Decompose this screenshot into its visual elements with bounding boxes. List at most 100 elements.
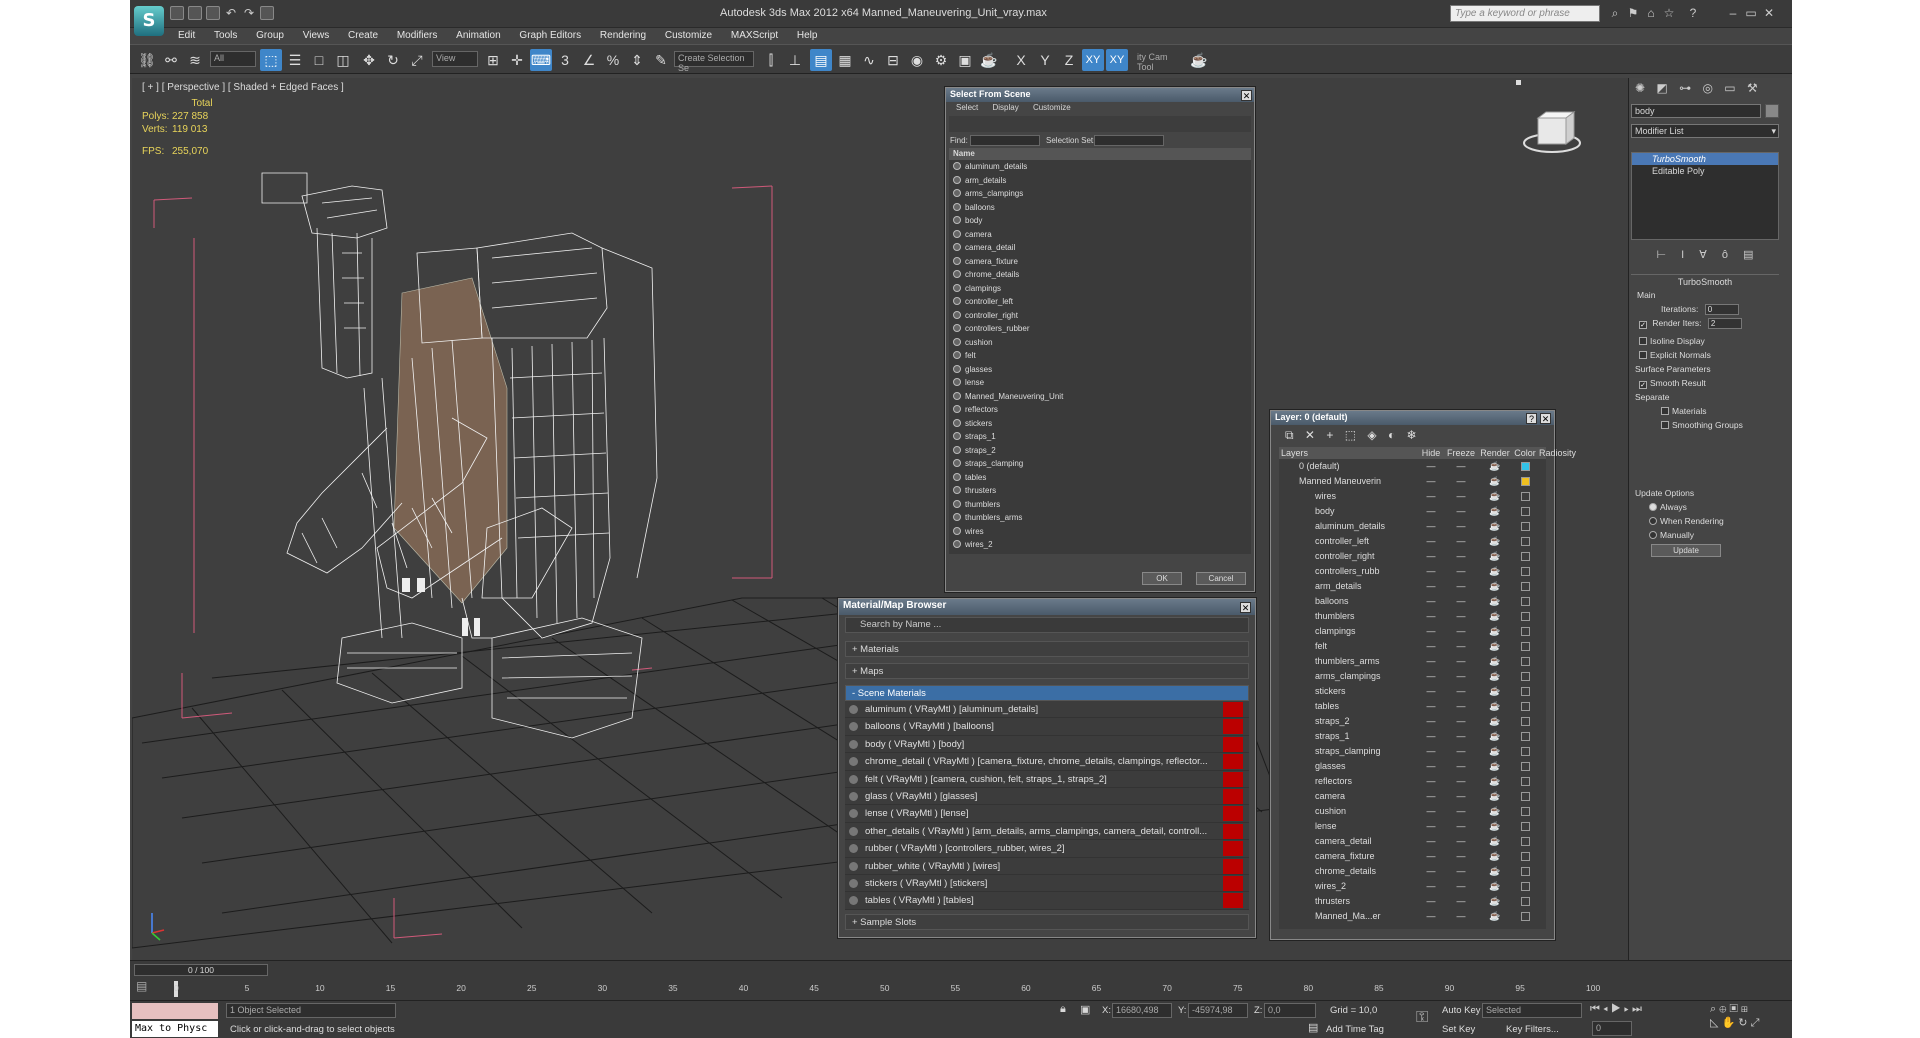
- hide-toggle[interactable]: —: [1419, 819, 1443, 834]
- layer-object-row[interactable]: camera_fixture——☕●: [1279, 849, 1546, 864]
- render-toggle-icon[interactable]: ☕: [1479, 804, 1511, 819]
- menu-modifiers[interactable]: Modifiers: [389, 28, 446, 44]
- coord-z-field[interactable]: 0,0: [1264, 1003, 1316, 1018]
- hide-toggle[interactable]: —: [1419, 459, 1443, 474]
- align-icon[interactable]: ⊥: [784, 49, 806, 71]
- hide-toggle[interactable]: —: [1419, 669, 1443, 684]
- scene-object-item[interactable]: glasses: [949, 363, 1251, 377]
- material-search-input[interactable]: Search by Name ...: [845, 617, 1249, 633]
- axis-y-button[interactable]: Y: [1034, 49, 1056, 71]
- color-swatch[interactable]: [1521, 567, 1530, 576]
- scene-object-item[interactable]: aluminum_details: [949, 160, 1251, 174]
- help-icon[interactable]: ?: [1686, 6, 1700, 20]
- select-by-name-icon[interactable]: ☰: [284, 49, 306, 71]
- hide-toggle[interactable]: —: [1419, 684, 1443, 699]
- freeze-toggle[interactable]: —: [1445, 879, 1477, 894]
- hide-toggle[interactable]: —: [1419, 894, 1443, 909]
- render-toggle-icon[interactable]: ☕: [1479, 714, 1511, 729]
- radiosity-toggle-icon[interactable]: ●: [1539, 894, 1546, 909]
- hide-toggle[interactable]: —: [1419, 624, 1443, 639]
- undo-icon[interactable]: ↶: [224, 6, 238, 20]
- render-toggle-icon[interactable]: ☕: [1479, 579, 1511, 594]
- pivot-icon[interactable]: ⊞: [482, 49, 504, 71]
- scene-object-item[interactable]: cushion: [949, 336, 1251, 350]
- stack-item-turbosmooth[interactable]: TurboSmooth: [1632, 153, 1778, 165]
- scene-material-item[interactable]: stickers ( VRayMtl ) [stickers]: [845, 875, 1249, 893]
- color-swatch[interactable]: [1521, 492, 1530, 501]
- sfs-menu-customize[interactable]: Customize: [1033, 103, 1071, 112]
- auto-key-button[interactable]: Auto Key: [1442, 1005, 1481, 1016]
- layer-object-row[interactable]: reflectors——☕●: [1279, 774, 1546, 789]
- color-swatch[interactable]: [1521, 882, 1530, 891]
- move-icon[interactable]: ✥: [358, 49, 380, 71]
- hide-toggle[interactable]: —: [1419, 834, 1443, 849]
- freeze-toggle[interactable]: —: [1445, 744, 1477, 759]
- color-swatch[interactable]: [1521, 477, 1530, 486]
- maxscript-output[interactable]: Max to Physc: [132, 1021, 218, 1037]
- scene-object-item[interactable]: body: [949, 214, 1251, 228]
- graphite-tools-icon[interactable]: ▦: [834, 49, 856, 71]
- sfs-name-column[interactable]: Name: [949, 148, 1251, 160]
- freeze-toggle[interactable]: —: [1445, 549, 1477, 564]
- freeze-toggle[interactable]: —: [1445, 684, 1477, 699]
- scene-object-item[interactable]: straps_1: [949, 430, 1251, 444]
- radiosity-toggle-icon[interactable]: ●: [1539, 609, 1546, 624]
- scene-material-item[interactable]: rubber ( VRayMtl ) [controllers_rubber, …: [845, 840, 1249, 858]
- hide-toggle[interactable]: —: [1419, 549, 1443, 564]
- scene-object-item[interactable]: stickers: [949, 417, 1251, 431]
- hide-toggle[interactable]: —: [1419, 759, 1443, 774]
- radiosity-toggle-icon[interactable]: ●: [1539, 624, 1546, 639]
- freeze-toggle[interactable]: —: [1445, 639, 1477, 654]
- hide-toggle[interactable]: —: [1419, 564, 1443, 579]
- radiosity-toggle-icon[interactable]: ●: [1539, 579, 1546, 594]
- configure-modifier-sets-icon[interactable]: ▤: [1743, 249, 1753, 261]
- freeze-column[interactable]: Freeze: [1445, 447, 1477, 459]
- hide-toggle[interactable]: —: [1419, 774, 1443, 789]
- utilities-tab-icon[interactable]: ⚒: [1747, 81, 1758, 95]
- menu-animation[interactable]: Animation: [448, 28, 508, 44]
- color-swatch[interactable]: [1521, 792, 1530, 801]
- material-editor-icon[interactable]: ◉: [906, 49, 928, 71]
- layer-object-row[interactable]: Manned_Ma...er——☕●: [1279, 909, 1546, 924]
- field-of-view-icon[interactable]: ◺: [1710, 1017, 1718, 1029]
- display-tab-icon[interactable]: ▭: [1724, 81, 1735, 95]
- layer-object-row[interactable]: thumblers——☕●: [1279, 609, 1546, 624]
- sfs-filter-toolbar[interactable]: [949, 116, 1251, 132]
- material-browser-close-icon[interactable]: ✕: [1240, 602, 1251, 613]
- freeze-toggle[interactable]: —: [1445, 609, 1477, 624]
- iterations-spinner[interactable]: 0: [1704, 304, 1739, 316]
- radiosity-toggle-icon[interactable]: ●: [1539, 459, 1546, 474]
- curve-editor-icon[interactable]: ∿: [858, 49, 880, 71]
- project-folder-icon[interactable]: [260, 6, 274, 20]
- cam-tool-label[interactable]: ity Cam Tool: [1134, 51, 1186, 72]
- menu-help[interactable]: Help: [789, 28, 826, 44]
- sample-slots-section[interactable]: + Sample Slots: [845, 913, 1249, 930]
- scene-object-item[interactable]: felt: [949, 349, 1251, 363]
- layer-object-row[interactable]: tables——☕●: [1279, 699, 1546, 714]
- layer-help-icon[interactable]: ?: [1526, 413, 1537, 424]
- hierarchy-tab-icon[interactable]: ⊶: [1679, 81, 1691, 95]
- radiosity-toggle-icon[interactable]: ●: [1539, 774, 1546, 789]
- scene-object-item[interactable]: camera_detail: [949, 241, 1251, 255]
- color-swatch[interactable]: [1521, 747, 1530, 756]
- current-frame-field[interactable]: 0: [1592, 1021, 1632, 1036]
- layer-object-row[interactable]: lense——☕●: [1279, 819, 1546, 834]
- maxscript-listener-input[interactable]: [132, 1003, 218, 1019]
- color-swatch[interactable]: [1521, 537, 1530, 546]
- radiosity-toggle-icon[interactable]: ●: [1539, 849, 1546, 864]
- scene-material-item[interactable]: other_details ( VRayMtl ) [arm_details, …: [845, 823, 1249, 841]
- track-bar[interactable]: 0 5 10 15 20 25 30 35 40 45 50 55 60 65 70 75 80 85 90 95 10…: [174, 979, 1714, 999]
- maximize-viewport-icon[interactable]: ⤢: [1751, 1017, 1760, 1029]
- render-toggle-icon[interactable]: ☕: [1479, 489, 1511, 504]
- scene-object-item[interactable]: camera_fixture: [949, 255, 1251, 269]
- radiosity-toggle-icon[interactable]: ●: [1539, 519, 1546, 534]
- axis-xy-button[interactable]: XY: [1082, 49, 1104, 71]
- freeze-toggle[interactable]: —: [1445, 849, 1477, 864]
- freeze-all-icon[interactable]: ❄: [1407, 428, 1417, 442]
- axis-x-button[interactable]: X: [1010, 49, 1032, 71]
- stack-item-editable-poly[interactable]: Editable Poly: [1632, 165, 1778, 177]
- color-swatch[interactable]: [1521, 732, 1530, 741]
- viewcube-icon[interactable]: [1516, 80, 1581, 153]
- scene-object-item[interactable]: wires_2: [949, 538, 1251, 552]
- render-column[interactable]: Render: [1479, 447, 1511, 459]
